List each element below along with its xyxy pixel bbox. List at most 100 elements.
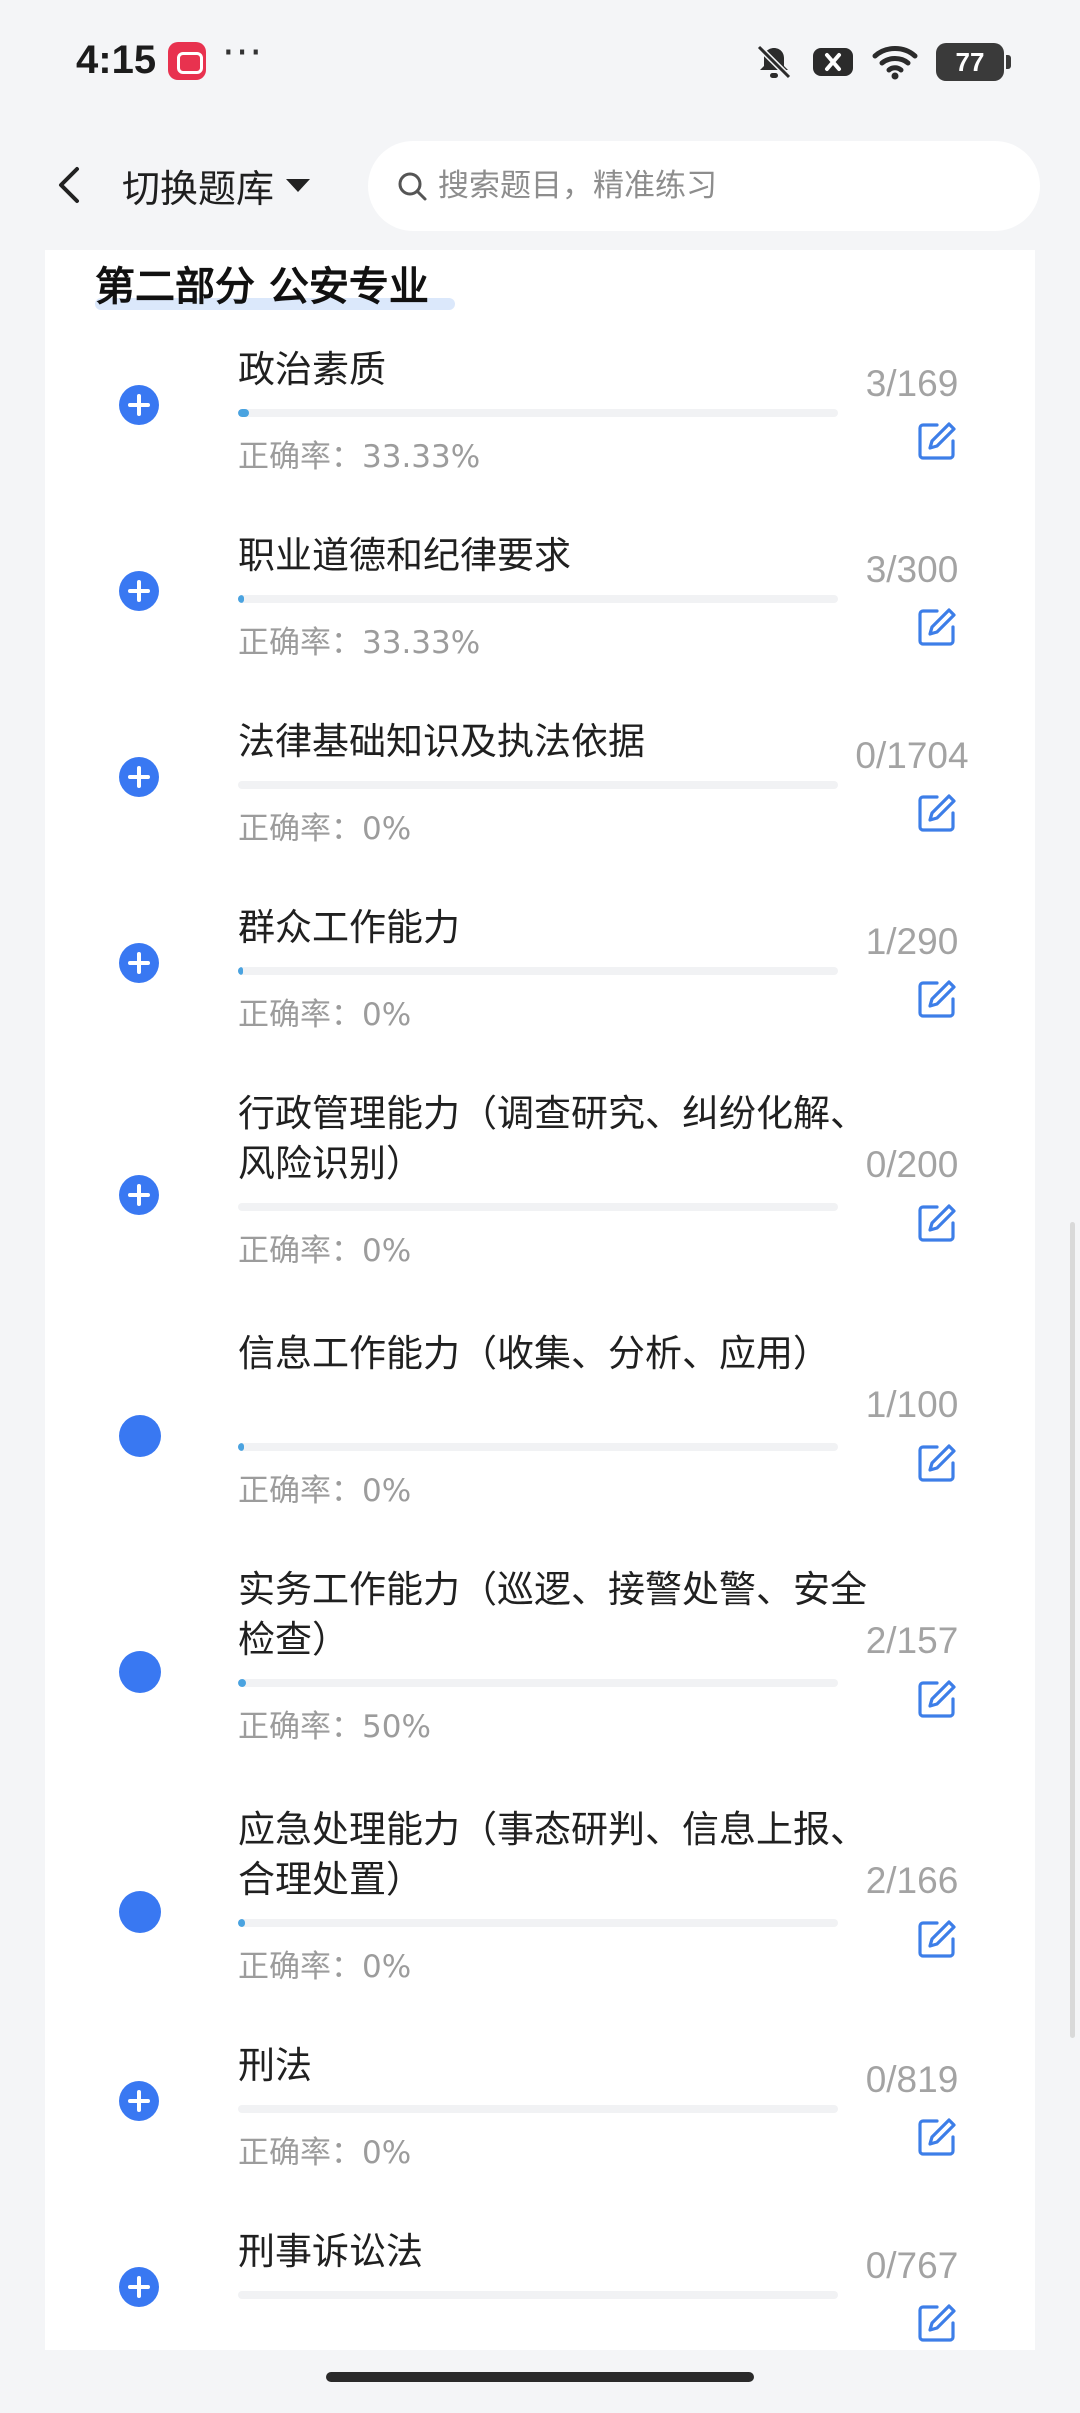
topic-title: 刑事诉讼法	[238, 2230, 423, 2273]
switch-library-label: 切换题库	[122, 166, 275, 211]
topic-item[interactable]: 实务工作能力（巡逻、接警处警、安全检查） 正确率：50% 2/157	[45, 1565, 1035, 1805]
topic-title: 法律基础知识及执法依据	[238, 720, 645, 763]
progress-bar	[238, 1679, 838, 1687]
edit-icon	[918, 980, 956, 1018]
progress-fill	[238, 1919, 246, 1927]
edit-icon	[918, 1680, 956, 1718]
edit-icon	[918, 1204, 956, 1242]
progress-bar	[238, 1919, 838, 1927]
edit-icon	[918, 422, 956, 460]
progress-bar	[238, 595, 838, 603]
search-input[interactable]	[438, 168, 998, 204]
question-count: 0/767	[865, 2245, 959, 2286]
progress-bar	[238, 1443, 838, 1451]
progress-fill	[238, 595, 244, 603]
progress-bar	[238, 2291, 838, 2299]
top-nav: 切换题库	[0, 125, 1080, 250]
search-icon	[398, 172, 427, 201]
topic-item[interactable]: 信息工作能力（收集、分析、应用） 正确率：0% 1/100	[45, 1329, 1035, 1565]
practice-edit-button[interactable]	[913, 417, 961, 465]
topic-item[interactable]: 法律基础知识及执法依据正确率：0% 0/1704	[45, 717, 1035, 903]
edit-icon	[918, 1444, 956, 1482]
progress-bar	[238, 967, 838, 975]
question-count: 2/157	[865, 1620, 959, 1661]
chevron-left-icon	[59, 167, 79, 203]
accuracy-text: 正确率：50%	[238, 1709, 431, 1745]
battery-icon: 77	[936, 43, 1011, 81]
practice-edit-button[interactable]	[913, 1915, 961, 1963]
topic-item[interactable]: 应急处理能力（事态研判、信息上报、合理处置） 正确率：0% 2/166	[45, 1805, 1035, 2041]
expand-plus-icon[interactable]	[119, 2081, 159, 2121]
app-notification-icon	[168, 42, 206, 80]
topic-item[interactable]: 政治素质正确率：33.33% 3/169	[45, 345, 1035, 531]
expand-plus-icon[interactable]	[119, 943, 159, 983]
topic-item[interactable]: 群众工作能力正确率：0% 1/290	[45, 903, 1035, 1089]
topic-title: 实务工作能力（巡逻、接警处警、安全检查）	[238, 1568, 867, 1661]
topic-title: 职业道德和纪律要求	[238, 534, 571, 577]
close-box-icon	[813, 48, 853, 76]
progress-bar	[238, 1203, 838, 1211]
question-count: 1/100	[865, 1384, 959, 1425]
topic-title: 行政管理能力（调查研究、纠纷化解、风险识别）	[238, 1092, 867, 1185]
topic-item[interactable]: 职业道德和纪律要求 正确率：33.33% 3/300	[45, 531, 1035, 717]
expand-plus-icon[interactable]	[119, 385, 159, 425]
leaf-dot-icon[interactable]	[119, 1415, 161, 1457]
question-count: 3/169	[865, 363, 959, 404]
progress-bar	[238, 409, 838, 417]
accuracy-text: 正确率：0%	[238, 811, 412, 847]
practice-edit-button[interactable]	[913, 2299, 961, 2347]
expand-plus-icon[interactable]	[119, 571, 159, 611]
accuracy-text: 正确率：0%	[238, 997, 412, 1033]
home-indicator[interactable]	[326, 2372, 754, 2382]
edit-icon	[918, 2304, 956, 2342]
caret-down-icon	[286, 179, 311, 192]
practice-edit-button[interactable]	[913, 2113, 961, 2161]
progress-fill	[238, 1443, 244, 1451]
question-count: 0/819	[865, 2059, 959, 2100]
switch-library-dropdown[interactable]: 切换题库	[122, 155, 312, 215]
question-count: 0/1704	[855, 735, 969, 776]
search-bar[interactable]	[368, 141, 1040, 231]
topic-title: 政治素质	[238, 348, 386, 391]
practice-edit-button[interactable]	[913, 1439, 961, 1487]
section-title: 第二部分 公安专业	[95, 264, 429, 310]
practice-edit-button[interactable]	[913, 603, 961, 651]
status-bar: 4:15 ··· 77	[0, 0, 1080, 125]
back-button[interactable]	[40, 155, 100, 215]
progress-bar	[238, 781, 838, 789]
progress-bar	[238, 2105, 838, 2113]
edit-icon	[918, 608, 956, 646]
edit-icon	[918, 794, 956, 832]
topic-title: 群众工作能力	[238, 906, 460, 949]
question-count: 0/200	[865, 1144, 959, 1185]
more-notifications-icon: ···	[222, 30, 264, 76]
accuracy-text: 正确率：33.33%	[238, 625, 481, 661]
practice-edit-button[interactable]	[913, 1199, 961, 1247]
accuracy-text: 正确率：33.33%	[238, 439, 481, 475]
progress-fill	[238, 409, 249, 417]
question-count: 1/290	[865, 921, 959, 962]
bell-muted-icon	[756, 44, 792, 80]
wifi-icon	[872, 46, 918, 80]
progress-fill	[238, 1679, 246, 1687]
question-bank-card: 第二部分 公安专业 政治素质 正确率：33.33% 3/169 职业道德和纪律要求 正确…	[45, 250, 1035, 2350]
leaf-dot-icon[interactable]	[119, 1891, 161, 1933]
topic-item[interactable]: 行政管理能力（调查研究、纠纷化解、风险识别） 正确率：0% 0/200	[45, 1089, 1035, 1329]
practice-edit-button[interactable]	[913, 789, 961, 837]
expand-plus-icon[interactable]	[119, 1175, 159, 1215]
expand-plus-icon[interactable]	[119, 757, 159, 797]
edit-icon	[918, 2118, 956, 2156]
accuracy-text: 正确率：0%	[238, 2135, 412, 2171]
question-count: 2/166	[865, 1860, 959, 1901]
topic-title: 刑法	[238, 2044, 312, 2087]
topic-item[interactable]: 刑法正确率：0% 0/819	[45, 2041, 1035, 2227]
practice-edit-button[interactable]	[913, 1675, 961, 1723]
scrollbar[interactable]	[1070, 1222, 1075, 2038]
status-icons: 77	[754, 40, 1011, 84]
accuracy-text: 正确率：0%	[238, 1233, 412, 1269]
expand-plus-icon[interactable]	[119, 2267, 159, 2307]
leaf-dot-icon[interactable]	[119, 1651, 161, 1693]
progress-fill	[238, 967, 243, 975]
status-time: 4:15	[76, 38, 157, 82]
practice-edit-button[interactable]	[913, 975, 961, 1023]
